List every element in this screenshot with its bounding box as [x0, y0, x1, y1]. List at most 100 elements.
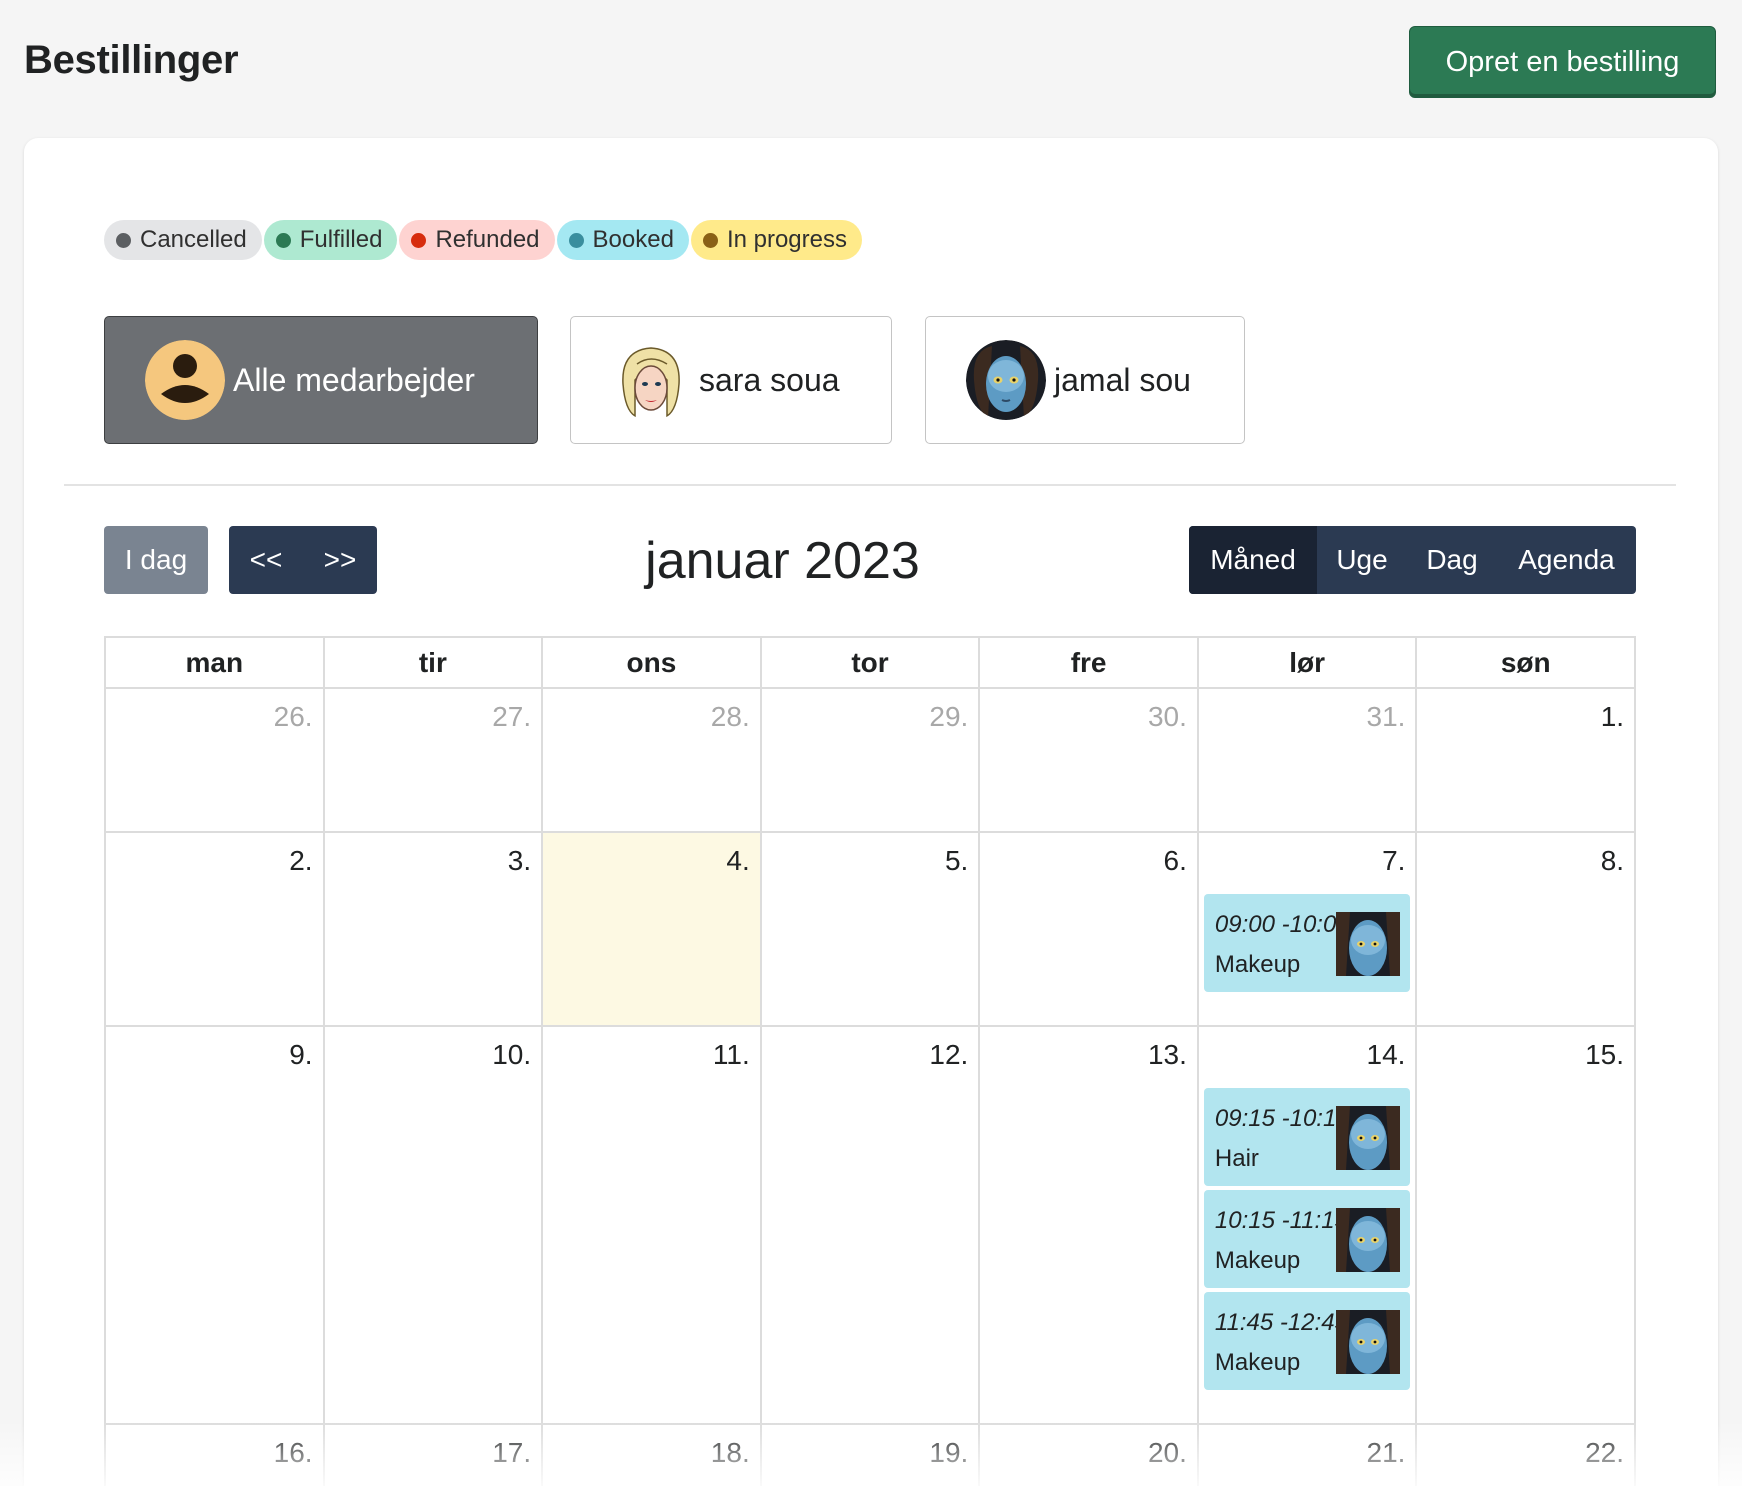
view-week-button[interactable]: Uge [1317, 526, 1407, 594]
staff-filter-sara-soua[interactable]: sara soua [570, 316, 892, 444]
day-cell[interactable]: 29. [761, 689, 981, 833]
day-cell[interactable]: 19. [762, 1425, 981, 1486]
status-dot-icon [702, 232, 718, 248]
day-cell[interactable]: 30. [980, 689, 1199, 833]
date-number[interactable]: 15. [1585, 1039, 1624, 1071]
cartoon-woman-avatar [611, 340, 691, 420]
weekday-header-cell: ons [543, 638, 762, 689]
weekday-header: man tir ons tor fre lør søn [106, 638, 1637, 689]
date-number[interactable]: 16. [274, 1437, 313, 1469]
view-agenda-button[interactable]: Agenda [1497, 526, 1636, 594]
date-number[interactable]: 31. [1367, 701, 1406, 733]
day-cell[interactable]: 1. [1417, 689, 1637, 833]
date-number[interactable]: 10. [492, 1039, 531, 1071]
day-cell[interactable]: 22. [1417, 1425, 1637, 1486]
event-time: 09:00 -10:00 [1214, 911, 1350, 938]
date-number[interactable]: 21. [1367, 1437, 1406, 1469]
date-number[interactable]: 18. [711, 1437, 750, 1469]
day-cell[interactable]: 15. [1417, 1027, 1637, 1425]
legend-refunded: Refunded [399, 220, 555, 260]
navigation-group: << >> [229, 526, 377, 594]
event-time: 11:45 -12:45 [1214, 1309, 1348, 1336]
legend-booked: Booked [556, 220, 689, 260]
date-number[interactable]: 14. [1367, 1039, 1406, 1071]
date-number[interactable]: 29. [929, 701, 968, 733]
date-number[interactable]: 30. [1148, 701, 1187, 733]
day-cell[interactable]: 3. [324, 833, 544, 1027]
date-number[interactable]: 12. [929, 1039, 968, 1071]
date-number[interactable]: 8. [1601, 845, 1624, 877]
staff-label: sara soua [699, 361, 840, 398]
date-number[interactable]: 1. [1601, 701, 1624, 733]
date-number[interactable]: 13. [1148, 1039, 1187, 1071]
week-row: 16. 17. 18. 19. 20. 21. 22. [106, 1425, 1637, 1486]
previous-button[interactable]: << [229, 526, 303, 594]
create-booking-button[interactable]: Opret en bestilling [1409, 26, 1716, 98]
day-cell[interactable]: 28. [543, 689, 762, 833]
date-number[interactable]: 4. [726, 845, 749, 877]
legend-in-progress: In progress [690, 220, 862, 260]
day-cell[interactable]: 2. [106, 833, 325, 1027]
staff-label: Alle medarbejder [233, 361, 475, 398]
day-cell[interactable]: 13. [980, 1027, 1199, 1425]
date-number[interactable]: 28. [711, 701, 750, 733]
staff-label: jamal sou [1054, 361, 1191, 398]
legend-cancelled: Cancelled [104, 220, 262, 260]
day-cell[interactable]: 11. [543, 1027, 762, 1425]
staff-filter-jamal-sou[interactable]: jamal sou [925, 316, 1245, 444]
weekday-header-cell: fre [980, 638, 1199, 689]
legend-label: Booked [592, 226, 674, 253]
day-cell-today[interactable]: 4. [543, 833, 762, 1027]
legend-label: In progress [726, 226, 847, 253]
date-number[interactable]: 2. [289, 845, 312, 877]
staff-filter-all[interactable]: Alle medarbejder [104, 316, 538, 444]
date-number[interactable]: 5. [945, 845, 968, 877]
day-cell[interactable]: 7. 09:00 -10:00 Makeup [1198, 833, 1418, 1027]
day-cell[interactable]: 9. [106, 1027, 325, 1425]
day-cell[interactable]: 12. [761, 1027, 981, 1425]
date-number[interactable]: 9. [289, 1039, 312, 1071]
date-number[interactable]: 22. [1585, 1437, 1624, 1469]
date-number[interactable]: 27. [492, 701, 531, 733]
day-cell[interactable]: 16. [106, 1425, 325, 1486]
date-number[interactable]: 3. [508, 845, 531, 877]
booking-event[interactable]: 10:15 -11:15 Makeup [1203, 1190, 1411, 1288]
day-cell[interactable]: 18. [543, 1425, 762, 1486]
status-dot-icon [568, 232, 584, 248]
day-cell[interactable]: 26. [106, 689, 325, 833]
date-number[interactable]: 26. [274, 701, 313, 733]
day-cell[interactable]: 21. [1199, 1425, 1418, 1486]
event-time: 10:15 -11:15 [1214, 1207, 1348, 1234]
day-cell[interactable]: 5. [761, 833, 981, 1027]
day-cell[interactable]: 8. [1417, 833, 1637, 1027]
date-number[interactable]: 6. [1164, 845, 1187, 877]
blue-alien-avatar [1336, 1106, 1401, 1170]
status-legend: Cancelled Fulfilled Refunded Booked In p… [104, 220, 862, 260]
booking-event[interactable]: 11:45 -12:45 Makeup [1203, 1292, 1411, 1390]
today-button[interactable]: I dag [104, 526, 208, 594]
date-number[interactable]: 20. [1148, 1437, 1187, 1469]
booking-event[interactable]: 09:00 -10:00 Makeup [1203, 894, 1411, 992]
month-grid: man tir ons tor fre lør søn 26. 27. 28. … [104, 636, 1637, 1486]
day-cell[interactable]: 10. [324, 1027, 544, 1425]
booking-event[interactable]: 09:15 -10:15 Hair [1203, 1088, 1411, 1186]
status-dot-icon [411, 232, 427, 248]
day-cell[interactable]: 6. [980, 833, 1199, 1027]
day-cell[interactable]: 27. [324, 689, 544, 833]
legend-fulfilled: Fulfilled [263, 220, 398, 260]
date-number[interactable]: 7. [1382, 845, 1405, 877]
day-cell[interactable]: 17. [325, 1425, 544, 1486]
date-number[interactable]: 17. [492, 1437, 531, 1469]
blue-alien-avatar [1336, 1208, 1401, 1272]
day-cell[interactable]: 31. [1198, 689, 1418, 833]
event-title: Makeup [1214, 1349, 1301, 1376]
date-number[interactable]: 19. [929, 1437, 968, 1469]
view-month-button[interactable]: Måned [1189, 526, 1317, 594]
day-cell[interactable]: 14. 09:15 -10:15 Hair 10:15 -11:15 Makeu… [1198, 1027, 1418, 1425]
next-button[interactable]: >> [303, 526, 377, 594]
day-cell[interactable]: 20. [980, 1425, 1199, 1486]
date-number[interactable]: 11. [713, 1039, 750, 1071]
view-day-button[interactable]: Dag [1407, 526, 1497, 594]
legend-label: Cancelled [140, 226, 247, 253]
legend-label: Fulfilled [299, 226, 383, 253]
